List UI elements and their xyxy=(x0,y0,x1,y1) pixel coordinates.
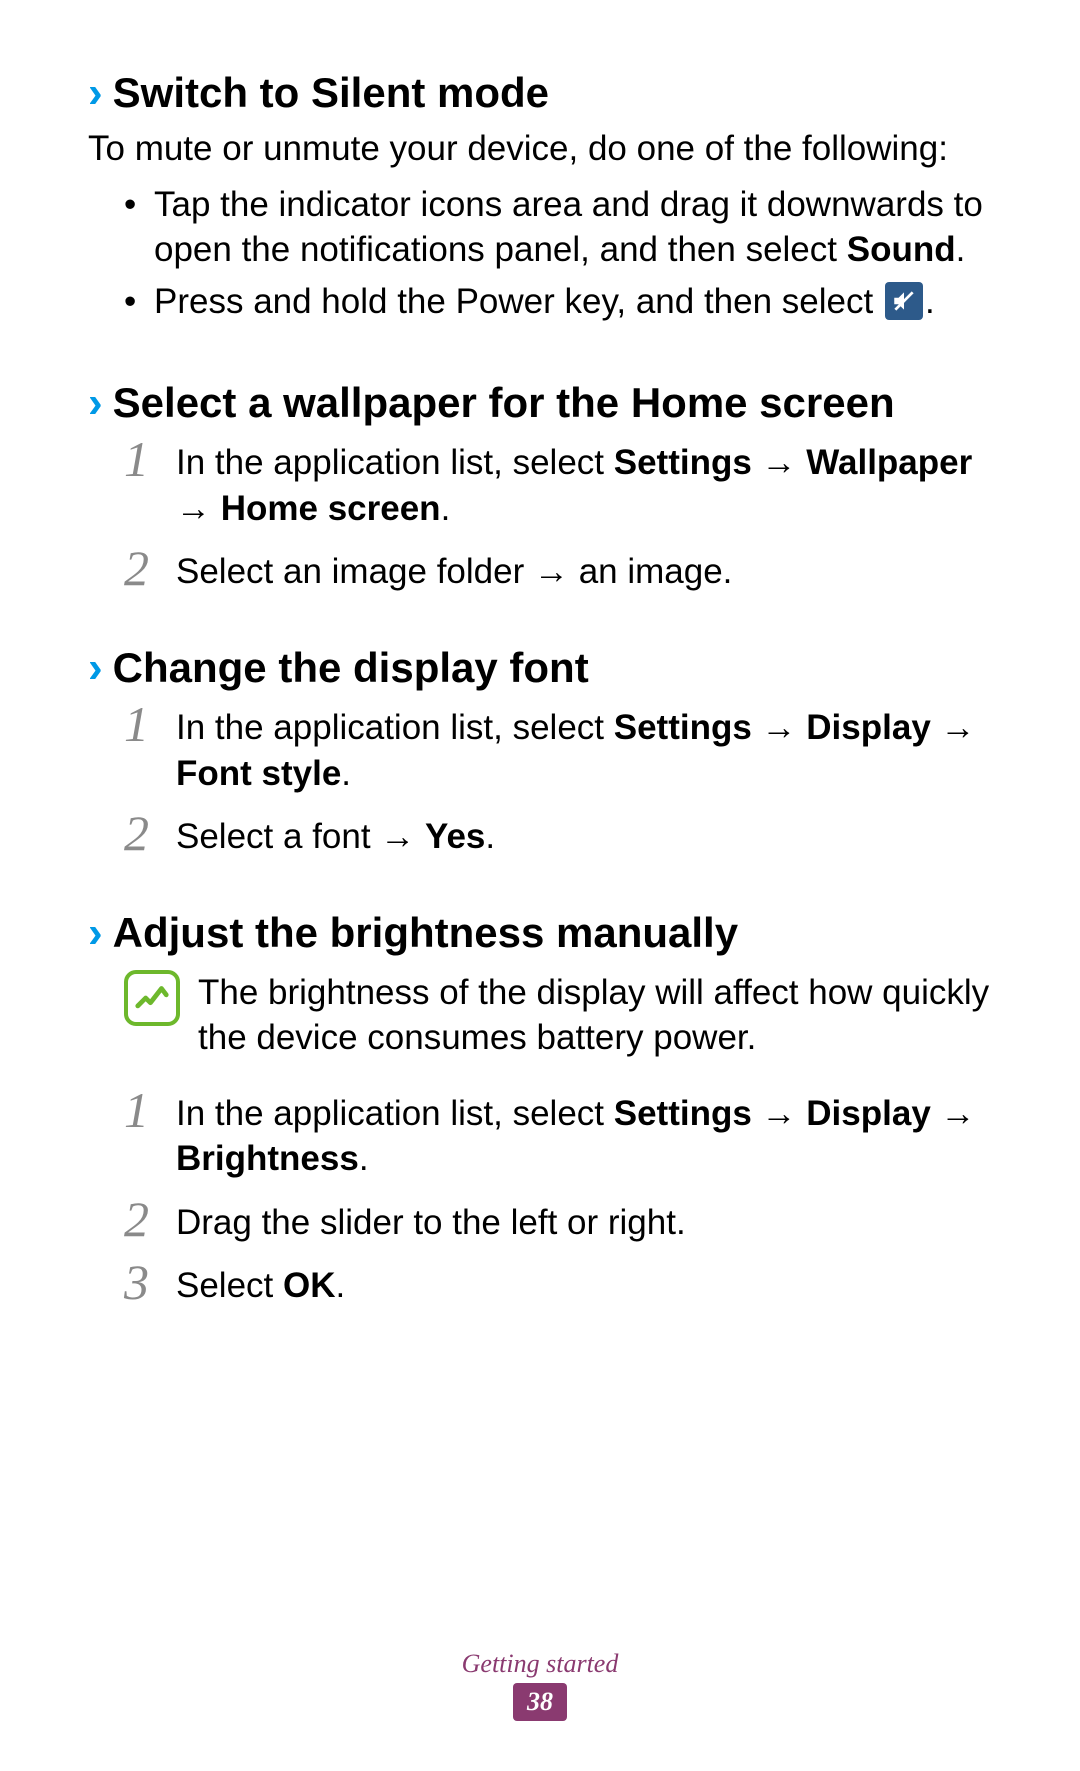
step-text: In the application list, select Settings… xyxy=(176,434,992,531)
note-icon xyxy=(124,970,180,1026)
section-title: Switch to Silent mode xyxy=(113,70,549,116)
step-text: In the application list, select Settings… xyxy=(176,1085,992,1182)
list-item: 2 Select an image folder → an image. xyxy=(88,543,992,595)
footer-section-name: Getting started xyxy=(0,1649,1080,1679)
list-item: Press and hold the Power key, and then s… xyxy=(124,279,992,325)
step-text: Drag the slider to the left or right. xyxy=(176,1194,686,1246)
chevron-icon: › xyxy=(88,381,103,425)
section-title: Change the display font xyxy=(113,645,589,691)
step-number: 2 xyxy=(124,808,154,858)
manual-page: › Switch to Silent mode To mute or unmut… xyxy=(0,0,1080,1771)
section-header-brightness: › Adjust the brightness manually xyxy=(88,910,992,956)
list-item: 1 In the application list, select Settin… xyxy=(88,1085,992,1182)
chevron-icon: › xyxy=(88,911,103,955)
mute-icon xyxy=(885,282,923,320)
step-number: 2 xyxy=(124,543,154,593)
list-item: 1 In the application list, select Settin… xyxy=(88,434,992,531)
text: Press and hold the Power key, and then s… xyxy=(154,282,883,321)
step-number: 1 xyxy=(124,1085,154,1135)
list-item: 1 In the application list, select Settin… xyxy=(88,699,992,796)
intro-text: To mute or unmute your device, do one of… xyxy=(88,126,992,172)
step-text: Select a font → Yes. xyxy=(176,808,495,860)
page-number: 38 xyxy=(513,1683,567,1721)
numbered-list: 1 In the application list, select Settin… xyxy=(88,1085,992,1309)
chevron-icon: › xyxy=(88,71,103,115)
text: . xyxy=(925,282,935,321)
text: . xyxy=(956,230,966,269)
step-number: 1 xyxy=(124,434,154,484)
list-item: 2 Select a font → Yes. xyxy=(88,808,992,860)
list-item: 3 Select OK. xyxy=(88,1257,992,1309)
step-text: In the application list, select Settings… xyxy=(176,699,992,796)
page-footer: Getting started 38 xyxy=(0,1649,1080,1721)
step-text: Select OK. xyxy=(176,1257,345,1309)
chevron-icon: › xyxy=(88,646,103,690)
section-header-silent: › Switch to Silent mode xyxy=(88,70,992,116)
note-text: The brightness of the display will affec… xyxy=(198,970,992,1061)
bold-text: Sound xyxy=(847,230,956,269)
step-number: 2 xyxy=(124,1194,154,1244)
list-item: Tap the indicator icons area and drag it… xyxy=(124,182,992,273)
numbered-list: 1 In the application list, select Settin… xyxy=(88,434,992,595)
list-item: 2 Drag the slider to the left or right. xyxy=(88,1194,992,1246)
note-block: The brightness of the display will affec… xyxy=(88,970,992,1061)
bullet-list: Tap the indicator icons area and drag it… xyxy=(88,182,992,325)
numbered-list: 1 In the application list, select Settin… xyxy=(88,699,992,860)
step-text: Select an image folder → an image. xyxy=(176,543,732,595)
section-header-wallpaper: › Select a wallpaper for the Home screen xyxy=(88,380,992,426)
section-title: Select a wallpaper for the Home screen xyxy=(113,380,895,426)
step-number: 1 xyxy=(124,699,154,749)
section-title: Adjust the brightness manually xyxy=(113,910,738,956)
section-header-font: › Change the display font xyxy=(88,645,992,691)
step-number: 3 xyxy=(124,1257,154,1307)
